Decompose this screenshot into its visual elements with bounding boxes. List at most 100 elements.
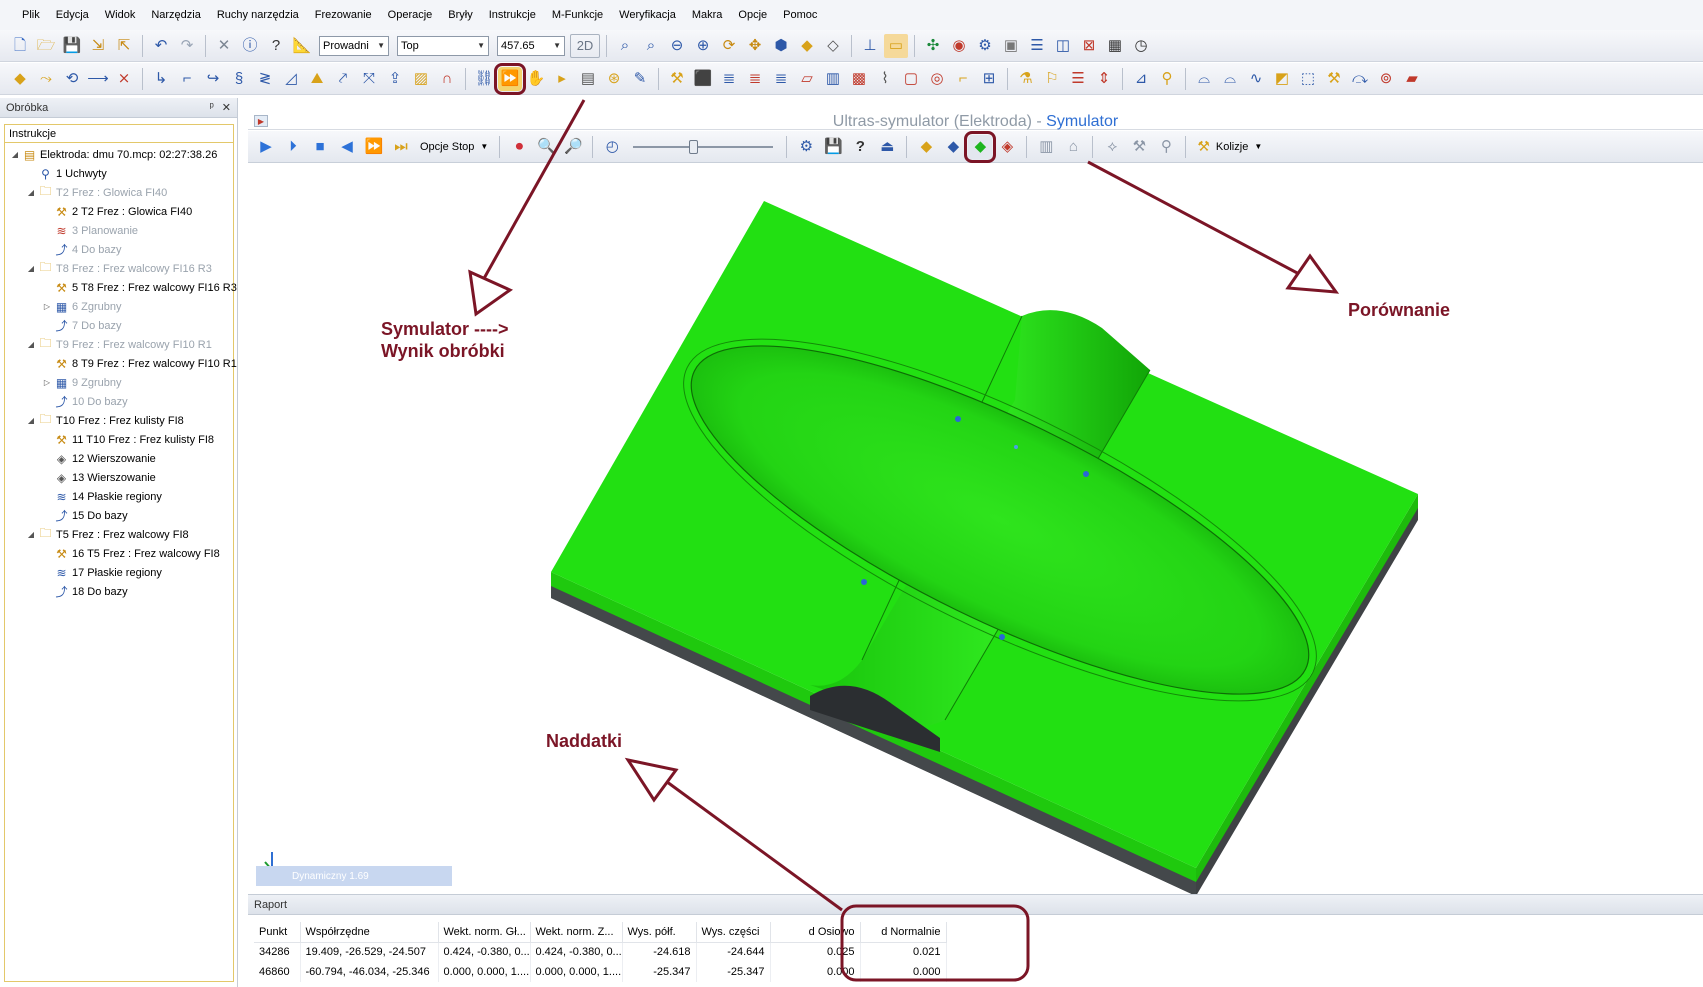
- transform-icon[interactable]: ✣: [921, 34, 945, 58]
- tree-node[interactable]: ≋ 17 Płaskie regiony: [41, 563, 161, 582]
- tree-node[interactable]: ◈ 13 Wierszowanie: [41, 468, 156, 487]
- delete-icon[interactable]: ✕: [212, 34, 236, 58]
- import-icon[interactable]: ⇲: [86, 34, 110, 58]
- save-icon[interactable]: 💾: [60, 34, 84, 58]
- menu-item[interactable]: Pomoc: [775, 9, 825, 21]
- speed-slider[interactable]: [633, 138, 774, 156]
- tool-view-icon[interactable]: ⚒: [1127, 135, 1151, 159]
- workpiece-icon[interactable]: ◆: [8, 67, 32, 91]
- undo-icon[interactable]: ↶: [149, 34, 173, 58]
- value-combo[interactable]: 457.65 ▼: [497, 35, 565, 56]
- zoom-in-icon[interactable]: ⊕: [691, 34, 715, 58]
- ramp-icon[interactable]: ◿: [279, 67, 303, 91]
- menu-item[interactable]: Weryfikacja: [611, 9, 684, 21]
- probe-icon[interactable]: ⊿: [1129, 67, 1153, 91]
- column-header[interactable]: Współrzędne: [300, 922, 439, 943]
- close-icon[interactable]: ✕: [222, 101, 231, 114]
- plunge-icon[interactable]: ↳: [149, 67, 173, 91]
- compare-red-icon[interactable]: ◈: [995, 135, 1019, 159]
- help-icon[interactable]: ?: [848, 135, 872, 159]
- tap-icon[interactable]: ⚐: [1040, 67, 1064, 91]
- drill-move-icon[interactable]: ⤤: [331, 67, 355, 91]
- zoom-fit-icon[interactable]: ⌕: [613, 34, 637, 58]
- cut-move-icon[interactable]: ⨯: [112, 67, 136, 91]
- tool-surface-icon[interactable]: ⚒: [1322, 67, 1346, 91]
- menu-item[interactable]: Narzędzia: [143, 9, 209, 21]
- menu-item[interactable]: Edycja: [48, 9, 97, 21]
- expand-toggle-icon[interactable]: ◢: [25, 340, 37, 349]
- menu-item[interactable]: Instrukcje: [481, 9, 544, 21]
- link-icon[interactable]: ⛓: [472, 67, 496, 91]
- open-folder-icon[interactable]: 🗁: [34, 34, 58, 58]
- column-header[interactable]: Wekt. norm. Gł...: [438, 922, 531, 943]
- path-view-icon[interactable]: ⟡: [1100, 135, 1124, 159]
- layers-red-icon[interactable]: ≣: [743, 67, 767, 91]
- simulator-result-button[interactable]: ⏩: [494, 62, 526, 95]
- coordinate-system-icon[interactable]: ⊥: [858, 34, 882, 58]
- pan-icon[interactable]: ✥: [743, 34, 767, 58]
- rewind-icon[interactable]: ◀: [335, 135, 359, 159]
- tree-node[interactable]: ⤴ 18 Do bazy: [41, 582, 127, 601]
- pattern-icon[interactable]: ▩: [847, 67, 871, 91]
- sweep-icon[interactable]: ⤼: [1348, 67, 1372, 91]
- palette-icon[interactable]: ◉: [947, 34, 971, 58]
- surface-icon[interactable]: ⌓: [1192, 67, 1216, 91]
- tree-node[interactable]: ◢ 🗀 T8 Frez : Frez walcowy FI16 R3: [25, 259, 212, 278]
- expand-toggle-icon[interactable]: ◢: [25, 530, 37, 539]
- layers-icon[interactable]: ≣: [717, 67, 741, 91]
- magnet-icon[interactable]: ∩: [435, 67, 459, 91]
- edit-path-icon[interactable]: ✎: [628, 67, 652, 91]
- ring-icon[interactable]: ⊚: [1374, 67, 1398, 91]
- step-icon[interactable]: ⏵: [281, 135, 305, 159]
- close-window-icon[interactable]: ⊠: [1077, 34, 1101, 58]
- column-header[interactable]: d Osiowo: [770, 922, 861, 943]
- box-surface-icon[interactable]: ⬚: [1296, 67, 1320, 91]
- expand-toggle-icon[interactable]: ◢: [25, 188, 37, 197]
- check-part-icon[interactable]: ⊞: [977, 67, 1001, 91]
- help-pointer-icon[interactable]: ?: [264, 34, 288, 58]
- menu-item[interactable]: Makra: [684, 9, 731, 21]
- menu-item[interactable]: Opcje: [730, 9, 775, 21]
- iso-view-icon[interactable]: ⬢: [769, 34, 793, 58]
- regenerate-icon[interactable]: ⟲: [60, 67, 84, 91]
- tree-node[interactable]: ≋ 14 Płaskie regiony: [41, 487, 161, 506]
- tree-node[interactable]: ◢ ▤ Elektroda: dmu 70.mcp: 02:27:38.26: [9, 145, 217, 164]
- fast-forward-icon[interactable]: ⏩: [362, 135, 386, 159]
- retract-icon[interactable]: ⤧: [357, 67, 381, 91]
- wireframe-view-icon[interactable]: ◇: [821, 34, 845, 58]
- table-row[interactable]: 34286 19.409, -26.529, -24.507 0.424, -0.3…: [254, 942, 947, 962]
- tree-node[interactable]: ⚒ 16 T5 Frez : Frez walcowy FI8: [41, 544, 220, 563]
- menu-item[interactable]: Ruchy narzędzia: [209, 9, 307, 21]
- stock-view-icon[interactable]: ◆: [914, 135, 938, 159]
- rotate-view-icon[interactable]: ⟳: [717, 34, 741, 58]
- tree-node[interactable]: ⚒ 2 T2 Frez : Glowica FI40: [41, 202, 192, 221]
- measure-icon[interactable]: 📐: [290, 34, 314, 58]
- simulation-icon[interactable]: ▨: [409, 67, 433, 91]
- column-header[interactable]: Wekt. norm. Z...: [530, 922, 623, 943]
- nc-program-icon[interactable]: ▤: [576, 67, 600, 91]
- workplane-icon[interactable]: ▭: [884, 33, 908, 58]
- run-to-end-icon[interactable]: ⏭: [389, 135, 413, 159]
- tree-node[interactable]: ⤴ 10 Do bazy: [41, 392, 127, 411]
- layout-vertical-icon[interactable]: ◫: [1051, 34, 1075, 58]
- clock-window-icon[interactable]: ◷: [1129, 34, 1153, 58]
- settings-gear-icon[interactable]: ⚙: [973, 34, 997, 58]
- tool-gold-icon[interactable]: ✋: [524, 67, 548, 91]
- tree-node[interactable]: ⚲ 1 Uchwyty: [25, 164, 107, 183]
- tree-node[interactable]: ⚒ 5 T8 Frez : Frez walcowy FI16 R3: [41, 278, 237, 297]
- tree-node[interactable]: ▷ ▦ 9 Zgrubny: [41, 373, 122, 392]
- menu-item[interactable]: Frezowanie: [307, 9, 380, 21]
- tree-node[interactable]: ▷ ▦ 6 Zgrubny: [41, 297, 122, 316]
- column-header[interactable]: Wys. półf.: [622, 922, 697, 943]
- stock-box-icon[interactable]: ⬛: [691, 67, 715, 91]
- tool-path-icon[interactable]: ⤳: [34, 67, 58, 91]
- record-icon[interactable]: ⏺: [507, 135, 531, 159]
- plane-icon[interactable]: ▱: [795, 67, 819, 91]
- menu-item[interactable]: Plik: [14, 9, 48, 21]
- section-grey-icon[interactable]: ⌂: [1061, 135, 1085, 159]
- eject-icon[interactable]: ⏏: [875, 135, 899, 159]
- curve-icon[interactable]: ∿: [1244, 67, 1268, 91]
- linear-move-icon[interactable]: ⟶: [86, 67, 110, 91]
- zoom-window-icon[interactable]: ⌕: [639, 34, 663, 58]
- pin-icon[interactable]: ᵖ: [210, 101, 214, 114]
